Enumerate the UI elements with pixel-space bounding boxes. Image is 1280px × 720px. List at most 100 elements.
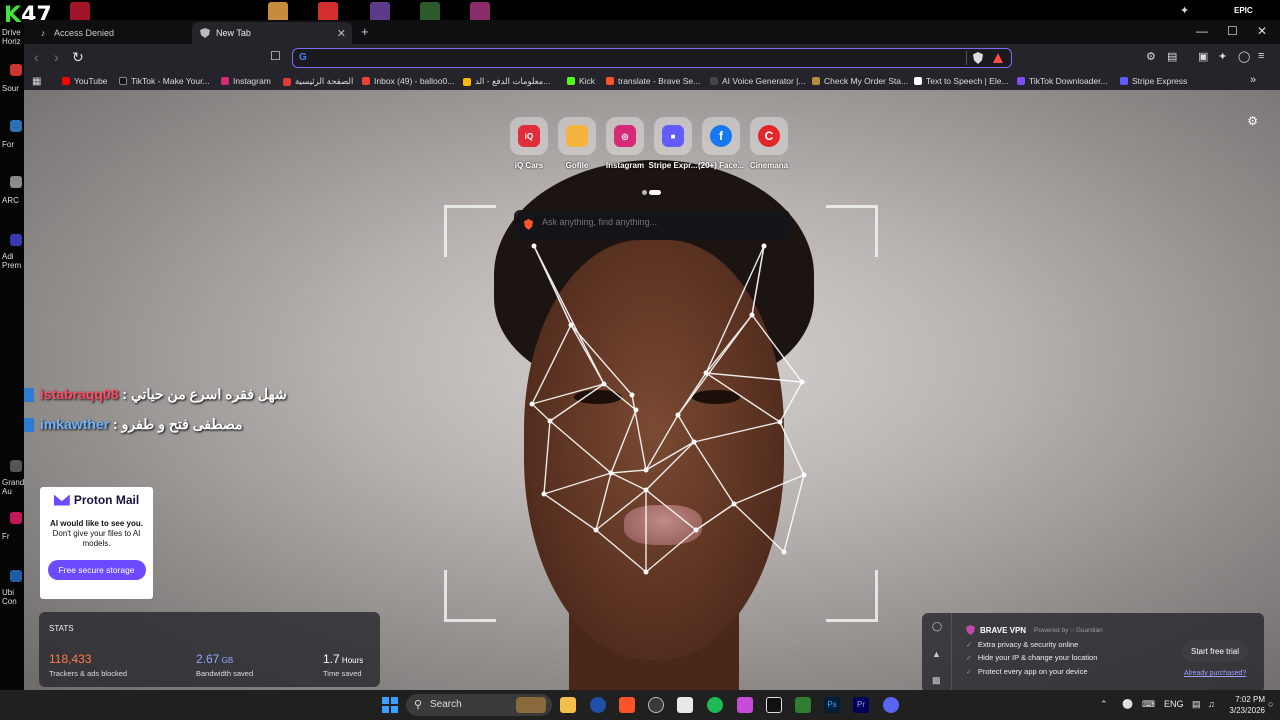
language-indicator[interactable]: ENG: [1164, 699, 1184, 709]
brave-icon[interactable]: [619, 697, 635, 713]
desktop-app-icon[interactable]: [420, 2, 440, 22]
url-input[interactable]: [313, 51, 953, 65]
desktop-app-icon[interactable]: [10, 234, 22, 246]
desktop-star-icon[interactable]: ✦: [1180, 4, 1189, 17]
vpn-shield-icon[interactable]: ◯: [932, 621, 942, 632]
app-icon[interactable]: [648, 697, 664, 713]
app-icon[interactable]: [707, 697, 723, 713]
bookmarks-overflow-button[interactable]: »: [1250, 74, 1256, 86]
back-button[interactable]: ‹: [34, 49, 39, 65]
network-icon[interactable]: ▤: [1192, 699, 1201, 710]
microphone-icon[interactable]: ⚪: [1122, 699, 1133, 710]
desktop-icon-label[interactable]: Sour: [2, 84, 24, 93]
bookmark-gmail[interactable]: Inbox (49) - balloo0...: [362, 76, 454, 86]
google-ads-icon: [463, 77, 471, 86]
close-tab-icon[interactable]: ✕: [337, 27, 346, 40]
bookmark-tiktok[interactable]: TikTok - Make Your...: [119, 76, 210, 86]
top-site-gofile[interactable]: Gofile: [558, 117, 596, 170]
bookmark-check-order[interactable]: Check My Order Sta...: [812, 76, 908, 86]
desktop-icon-label[interactable]: Ubi Con: [2, 588, 24, 606]
start-button[interactable]: [382, 697, 398, 713]
desktop-app-icon[interactable]: [470, 2, 490, 22]
photoshop-icon[interactable]: Ps: [824, 697, 840, 713]
bookmark-ai-voice[interactable]: AI Voice Generator |...: [710, 76, 805, 86]
reload-button[interactable]: ↻: [72, 49, 84, 66]
rewards-triangle-icon[interactable]: ▲: [932, 649, 941, 659]
desktop-app-icon[interactable]: [10, 512, 22, 524]
tab-access-denied[interactable]: ♪ Access Denied: [30, 22, 190, 44]
forward-button[interactable]: ›: [54, 49, 59, 65]
top-site-cinemana[interactable]: C Cinemana: [750, 117, 788, 170]
pager-dot[interactable]: [642, 190, 647, 195]
minimize-icon[interactable]: —: [1196, 24, 1208, 38]
desktop-icon-label[interactable]: Fr: [2, 532, 24, 541]
bookmark-kick[interactable]: Kick: [567, 76, 595, 86]
start-free-trial-button[interactable]: Start free trial: [1182, 640, 1248, 662]
desktop-icon-label[interactable]: Grand Au: [2, 478, 24, 496]
calculator-icon[interactable]: [795, 697, 811, 713]
ntp-settings-gear-icon[interactable]: ⚙: [1247, 114, 1258, 128]
bookmark-payment[interactable]: معلومات الدفع - الد...: [463, 76, 550, 87]
already-purchased-link[interactable]: Already purchased?: [1184, 670, 1246, 677]
wallet-icon[interactable]: ▣: [1198, 50, 1208, 63]
bookmark-home-ar[interactable]: الصفحة الرئيسية: [283, 76, 353, 87]
close-window-icon[interactable]: ✕: [1257, 24, 1267, 38]
taskbar-search[interactable]: ⚲ Search: [406, 694, 552, 716]
desktop-app-icon[interactable]: [10, 64, 22, 76]
new-tab-button[interactable]: +: [361, 24, 369, 39]
file-explorer-icon[interactable]: [560, 697, 576, 713]
keyboard-icon[interactable]: ⌨: [1142, 699, 1155, 710]
free-secure-storage-button[interactable]: Free secure storage: [47, 560, 146, 580]
bookmark-tiktok-downloader[interactable]: TikTok Downloader...: [1017, 76, 1108, 86]
premiere-icon[interactable]: Pr: [853, 697, 869, 713]
top-site-instagram[interactable]: ◎ Instagram: [606, 117, 644, 170]
extensions-icon[interactable]: ⚙: [1146, 50, 1156, 63]
desktop-icon-label[interactable]: Adi Prem: [2, 252, 24, 270]
talk-icon[interactable]: ▩: [932, 675, 941, 686]
discord-icon[interactable]: [883, 697, 899, 713]
notifications-icon[interactable]: ○: [1268, 699, 1273, 709]
top-site-facebook[interactable]: f (20+) Face...: [698, 117, 744, 170]
bookmark-icon[interactable]: ☐: [270, 49, 281, 63]
clock[interactable]: 7:02 PM 3/23/2026: [1225, 694, 1265, 716]
leo-ai-icon[interactable]: ✦: [1218, 50, 1227, 63]
apps-grid-icon[interactable]: ▦: [32, 76, 41, 87]
desktop-app-icon[interactable]: [370, 2, 390, 22]
brave-shields-icon[interactable]: [973, 52, 983, 64]
maximize-icon[interactable]: ☐: [1227, 24, 1238, 38]
desktop-app-icon[interactable]: [10, 460, 22, 472]
desktop-app-icon[interactable]: [70, 2, 90, 22]
bookmark-youtube[interactable]: YouTube: [62, 76, 107, 86]
ntp-search-box[interactable]: [514, 210, 790, 240]
ntp-search-input[interactable]: [542, 217, 782, 227]
capcut-icon[interactable]: [766, 697, 782, 713]
desktop-icon-label[interactable]: Drive Horiz: [2, 28, 24, 46]
instagram-icon: ◎: [614, 125, 636, 147]
desktop-app-icon[interactable]: [10, 176, 22, 188]
reading-list-icon[interactable]: ▤: [1167, 50, 1177, 63]
bookmark-elevenlabs[interactable]: Text to Speech | Ele...: [914, 76, 1009, 86]
tray-overflow-icon[interactable]: ⌃: [1100, 699, 1108, 710]
brave-rewards-icon[interactable]: [993, 53, 1003, 63]
top-site-iq-cars[interactable]: iQ iQ Cars: [510, 117, 548, 170]
address-bar[interactable]: G: [292, 48, 1012, 68]
epic-label[interactable]: EPIC: [1234, 6, 1253, 15]
bookmark-stripe[interactable]: Stripe Express: [1120, 76, 1187, 86]
desktop-app-icon[interactable]: [10, 120, 22, 132]
desktop-app-icon[interactable]: [318, 2, 338, 22]
desktop-icon-label[interactable]: ARC: [2, 196, 24, 205]
app-icon[interactable]: [737, 697, 753, 713]
app-icon[interactable]: [590, 697, 606, 713]
app-icon[interactable]: [677, 697, 693, 713]
pager-dot-active[interactable]: [649, 190, 661, 195]
menu-icon[interactable]: ≡: [1258, 50, 1264, 62]
bookmark-instagram[interactable]: Instagram: [221, 76, 271, 86]
volume-icon[interactable]: ♫: [1208, 699, 1215, 709]
top-site-stripe[interactable]: ■ Stripe Expr...: [649, 117, 697, 170]
tab-new-tab[interactable]: New Tab ✕: [192, 22, 352, 44]
desktop-icon-label[interactable]: For: [2, 140, 24, 149]
vpn-icon[interactable]: ◯: [1238, 50, 1250, 63]
desktop-app-icon[interactable]: [10, 570, 22, 582]
desktop-app-icon[interactable]: [268, 2, 288, 22]
bookmark-translate[interactable]: translate - Brave Se...: [606, 76, 700, 86]
